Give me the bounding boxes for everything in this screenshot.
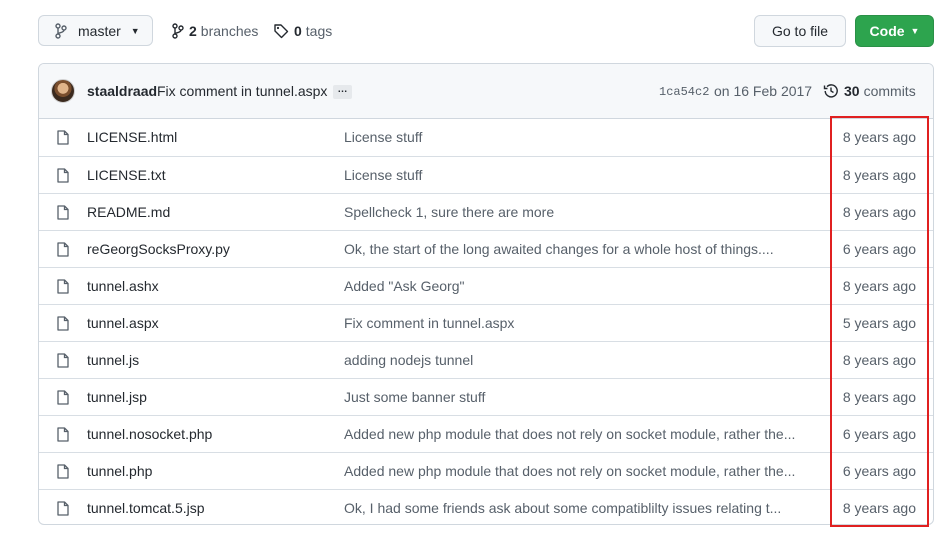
file-last-updated: 8 years ago [842,167,916,183]
file-icon [57,279,69,294]
table-row: LICENSE.txt License stuff 8 years ago [39,156,933,193]
file-icon [57,353,69,368]
file-icon [57,242,69,257]
file-name-link[interactable]: tunnel.php [87,463,152,479]
file-last-updated: 8 years ago [842,352,916,368]
file-last-updated: 6 years ago [842,241,916,257]
history-icon [823,83,839,99]
file-commit-message[interactable]: adding nodejs tunnel [344,352,804,368]
branches-count: 2 [189,22,197,39]
file-name-link[interactable]: tunnel.jsp [87,389,147,405]
commit-sha[interactable]: 1ca54c2 [659,85,709,99]
git-branch-icon [55,22,69,39]
file-commit-message[interactable]: Added "Ask Georg" [344,278,804,294]
file-name-link[interactable]: LICENSE.html [87,129,177,145]
table-row: LICENSE.html License stuff 8 years ago [39,119,933,156]
file-last-updated: 8 years ago [842,389,916,405]
file-icon [57,316,69,331]
commits-history-link[interactable]: 30 commits [823,83,916,99]
file-icon [57,205,69,220]
file-icon [57,464,69,479]
latest-commit-bar: staaldraad Fix comment in tunnel.aspx … … [39,64,933,119]
file-last-updated: 8 years ago [842,500,916,516]
file-icon [57,427,69,442]
file-icon [57,130,69,145]
file-commit-message[interactable]: Spellcheck 1, sure there are more [344,204,804,220]
table-row: reGeorgSocksProxy.py Ok, the start of the… [39,230,933,267]
file-last-updated: 6 years ago [842,463,916,479]
table-row: README.md Spellcheck 1, sure there are mo… [39,193,933,230]
avatar[interactable] [51,79,75,103]
file-commit-message[interactable]: Added new php module that does not rely … [344,426,804,442]
file-name-link[interactable]: reGeorgSocksProxy.py [87,241,230,257]
table-row: tunnel.php Added new php module that does… [39,452,933,489]
file-last-updated: 8 years ago [842,129,916,145]
repo-toolbar: master ▼ 2 branches 0 tags Go to file Co… [38,15,934,47]
tag-icon [273,23,289,39]
commit-author[interactable]: staaldraad [87,83,157,99]
file-name-link[interactable]: tunnel.js [87,352,139,368]
file-name-link[interactable]: tunnel.aspx [87,315,159,331]
file-commit-message[interactable]: Just some banner stuff [344,389,804,405]
file-name-link[interactable]: LICENSE.txt [87,167,166,183]
file-browser: staaldraad Fix comment in tunnel.aspx … … [38,63,934,525]
go-to-file-button[interactable]: Go to file [754,15,846,47]
branch-select-button[interactable]: master ▼ [38,15,153,46]
chevron-down-icon: ▼ [910,26,920,36]
code-button-label: Code [869,23,905,39]
table-row: tunnel.tomcat.5.jsp Ok, I had some friend… [39,489,933,524]
file-icon [57,501,69,516]
file-last-updated: 8 years ago [842,278,916,294]
file-name-link[interactable]: tunnel.tomcat.5.jsp [87,500,205,516]
file-commit-message[interactable]: Ok, the start of the long awaited change… [344,241,804,257]
file-commit-message[interactable]: License stuff [344,167,804,183]
table-row: tunnel.aspx Fix comment in tunnel.aspx 5 y… [39,304,933,341]
commit-date: on 16 Feb 2017 [714,83,813,99]
table-row: tunnel.nosocket.php Added new php module … [39,415,933,452]
expand-commit-button[interactable]: … [333,85,352,99]
file-commit-message[interactable]: Ok, I had some friends ask about some co… [344,500,804,516]
git-branch-icon [172,22,184,39]
file-name-link[interactable]: README.md [87,204,170,220]
commit-message[interactable]: Fix comment in tunnel.aspx [157,83,327,99]
tags-count: 0 [294,22,302,39]
file-name-link[interactable]: tunnel.nosocket.php [87,426,212,442]
file-last-updated: 6 years ago [842,426,916,442]
commits-count: 30 [844,83,860,99]
file-commit-message[interactable]: Fix comment in tunnel.aspx [344,315,804,331]
branch-name: master [78,22,121,39]
table-row: tunnel.jsp Just some banner stuff 8 years … [39,378,933,415]
tags-label: tags [305,22,333,39]
branches-link[interactable]: 2 branches [172,15,258,46]
file-name-link[interactable]: tunnel.ashx [87,278,159,294]
code-button[interactable]: Code ▼ [855,15,934,47]
chevron-down-icon: ▼ [130,25,140,36]
file-list: LICENSE.html License stuff 8 years ago LICE… [39,119,933,524]
tags-link[interactable]: 0 tags [273,15,332,46]
table-row: tunnel.ashx Added "Ask Georg" 8 years ago [39,267,933,304]
branches-label: branches [200,22,259,39]
file-commit-message[interactable]: License stuff [344,129,804,145]
file-commit-message[interactable]: Added new php module that does not rely … [344,463,804,479]
file-last-updated: 5 years ago [842,315,916,331]
file-icon [57,390,69,405]
file-icon [57,168,69,183]
table-row: tunnel.js adding nodejs tunnel 8 years ago [39,341,933,378]
commits-label: commits [863,83,916,99]
file-last-updated: 8 years ago [842,204,916,220]
